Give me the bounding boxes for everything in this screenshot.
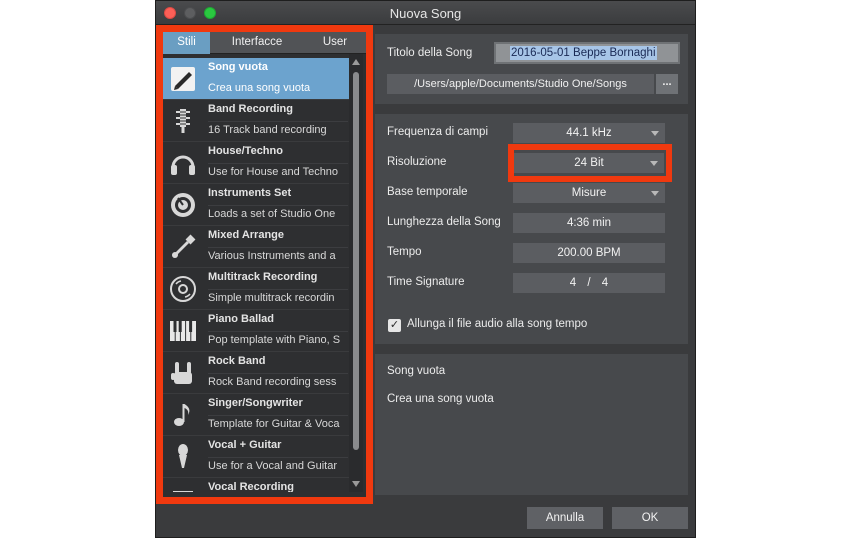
- window-title: Nuova Song: [389, 6, 462, 21]
- item-name: Mixed Arrange: [208, 229, 285, 241]
- knob-icon: [165, 187, 201, 223]
- stretch-audio-label: Allunga il file audio alla song tempo: [407, 318, 588, 330]
- item-desc: Crea una song vuota: [208, 82, 311, 94]
- stretch-audio-checkbox[interactable]: ✓: [388, 319, 401, 332]
- list-item-house-techno[interactable]: House/Techno Use for House and Techno: [163, 142, 349, 184]
- list-item-vocal-guitar[interactable]: Vocal + Guitar Use for a Vocal and Guita…: [163, 436, 349, 478]
- item-desc: Rock Band recording sess: [208, 376, 337, 388]
- song-title-label: Titolo della Song: [387, 47, 473, 59]
- item-name: Vocal Recording: [208, 481, 294, 492]
- item-name: Multitrack Recording: [208, 271, 318, 283]
- item-desc: Simple multitrack recordin: [208, 292, 335, 304]
- timebase-dropdown[interactable]: Misure: [513, 183, 665, 203]
- item-name: Band Recording: [208, 103, 293, 115]
- tab-interfacce[interactable]: Interfacce: [210, 32, 304, 54]
- new-song-dialog: Nuova Song Stili Interfacce User Song vu…: [155, 0, 696, 538]
- blank-document-icon: [165, 61, 201, 97]
- scroll-up-arrow-icon[interactable]: [352, 59, 360, 65]
- vocal-mic-icon: [165, 439, 201, 475]
- description-text: Crea una song vuota: [387, 393, 494, 405]
- time-signature-label: Time Signature: [387, 276, 465, 288]
- timebase-value: Misure: [571, 187, 607, 199]
- sample-rate-value: 44.1 kHz: [566, 127, 612, 139]
- description-title: Song vuota: [387, 365, 446, 377]
- item-name: Singer/Songwriter: [208, 397, 303, 409]
- timebase-label: Base temporale: [387, 186, 468, 198]
- list-item-rock-band[interactable]: Rock Band Rock Band recording sess: [163, 352, 349, 394]
- headphones-icon: [165, 145, 201, 181]
- song-length-label: Lunghezza della Song: [387, 216, 501, 228]
- template-tabs: Stili Interfacce User: [163, 32, 366, 54]
- item-name: Song vuota: [208, 61, 268, 73]
- divider: [208, 247, 348, 248]
- item-name: Piano Ballad: [208, 313, 275, 325]
- style-list-scrollbar[interactable]: [349, 54, 363, 492]
- resolution-label: Risoluzione: [387, 156, 447, 168]
- list-item-instruments-set[interactable]: Instruments Set Loads a set of Studio On…: [163, 184, 349, 226]
- divider: [208, 289, 348, 290]
- song-path-field[interactable]: /Users/apple/Documents/Studio One/Songs: [387, 74, 654, 94]
- item-desc: Various Instruments and a: [208, 250, 336, 262]
- cancel-button[interactable]: Annulla: [527, 507, 603, 529]
- item-desc: Use for a Vocal and Guitar: [208, 460, 338, 472]
- rock-hand-icon: [165, 355, 201, 391]
- song-title-value: 2016-05-01 Beppe Bornaghi: [510, 46, 657, 60]
- song-length-field[interactable]: 4:36 min: [513, 213, 665, 233]
- item-name: Rock Band: [208, 355, 266, 367]
- list-item-multitrack-recording[interactable]: Multitrack Recording Simple multitrack r…: [163, 268, 349, 310]
- chevron-down-icon: [651, 191, 659, 196]
- title-bar: Nuova Song: [156, 1, 695, 25]
- divider: [208, 163, 348, 164]
- tab-user[interactable]: User: [304, 32, 366, 54]
- music-note-icon: [165, 397, 201, 433]
- divider: [208, 205, 348, 206]
- list-item-vocal-recording[interactable]: Vocal Recording: [163, 478, 349, 492]
- song-title-input[interactable]: 2016-05-01 Beppe Bornaghi: [494, 42, 680, 64]
- divider: [208, 457, 348, 458]
- sample-rate-dropdown[interactable]: 44.1 kHz: [513, 123, 665, 143]
- item-name: House/Techno: [208, 145, 283, 157]
- list-item-song-vuota[interactable]: Song vuota Crea una song vuota: [163, 58, 349, 100]
- vocal-recording-icon: [165, 481, 201, 492]
- divider: [208, 121, 348, 122]
- styles-panel: Stili Interfacce User Song vuota Crea un…: [163, 32, 366, 497]
- time-sig-numerator[interactable]: 4: [570, 277, 576, 289]
- disc-icon: [165, 271, 201, 307]
- style-list: Song vuota Crea una song vuota Band Reco…: [163, 54, 349, 492]
- tempo-field[interactable]: 200.00 BPM: [513, 243, 665, 263]
- divider: [208, 331, 348, 332]
- item-name: Instruments Set: [208, 187, 292, 199]
- piano-keys-icon: [165, 313, 201, 349]
- item-name: Vocal + Guitar: [208, 439, 282, 451]
- item-desc: Loads a set of Studio One: [208, 208, 336, 220]
- divider: [208, 373, 348, 374]
- item-desc: Use for House and Techno: [208, 166, 339, 178]
- ok-button[interactable]: OK: [612, 507, 688, 529]
- list-item-band-recording[interactable]: Band Recording 16 Track band recording: [163, 100, 349, 142]
- item-desc: 16 Track band recording: [208, 124, 327, 136]
- item-desc: Template for Guitar & Voca: [208, 418, 340, 430]
- time-sig-denominator[interactable]: 4: [602, 277, 608, 289]
- divider: [208, 415, 348, 416]
- tab-stili[interactable]: Stili: [163, 32, 210, 54]
- sample-rate-label: Frequenza di campi: [387, 126, 488, 138]
- browse-folder-button[interactable]: ...: [656, 74, 678, 94]
- list-item-piano-ballad[interactable]: Piano Ballad Pop template with Piano, S: [163, 310, 349, 352]
- scroll-down-arrow-icon[interactable]: [352, 481, 360, 487]
- item-desc: Pop template with Piano, S: [208, 334, 341, 346]
- guitar-neck-icon: [165, 229, 201, 265]
- tempo-label: Tempo: [387, 246, 422, 258]
- time-sig-separator: /: [587, 277, 591, 289]
- scroll-thumb[interactable]: [353, 72, 359, 450]
- microphone-grille-icon: [165, 103, 201, 139]
- list-item-singer-songwriter[interactable]: Singer/Songwriter Template for Guitar & …: [163, 394, 349, 436]
- list-item-mixed-arrange[interactable]: Mixed Arrange Various Instruments and a: [163, 226, 349, 268]
- time-signature-field[interactable]: 4 / 4: [513, 273, 665, 293]
- resolution-highlight: [508, 144, 672, 182]
- chevron-down-icon: [651, 131, 659, 136]
